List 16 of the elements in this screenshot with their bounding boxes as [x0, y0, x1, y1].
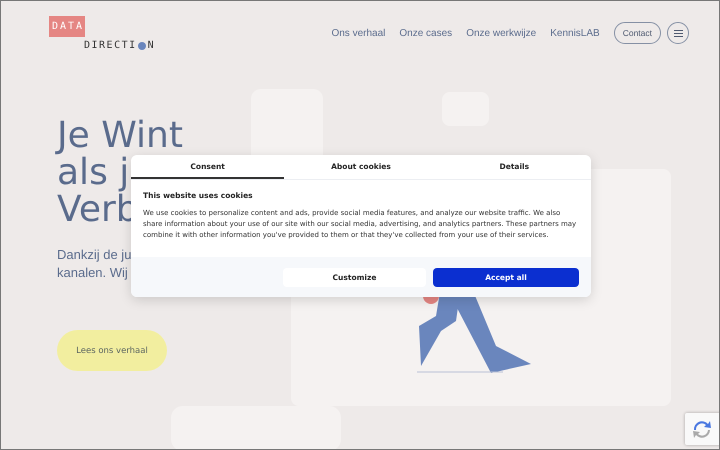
- read-story-button[interactable]: Lees ons verhaal: [57, 330, 167, 371]
- logo-wordmark: DIRECTI: [84, 40, 137, 51]
- nav-link[interactable]: Ons verhaal: [331, 28, 386, 38]
- hero-intro: Dankzij de ju: [57, 247, 132, 262]
- dot-icon: [138, 42, 146, 50]
- hero-heading: Je Wint: [57, 115, 183, 156]
- menu-button[interactable]: [667, 22, 689, 44]
- contact-button[interactable]: Contact: [614, 22, 661, 44]
- menu-icon: [674, 30, 682, 36]
- nav-link[interactable]: KennisLAB: [550, 28, 600, 38]
- nav-link[interactable]: Onze cases: [399, 28, 452, 38]
- captcha-badge[interactable]: [685, 413, 719, 445]
- hero-intro: kanalen. Wij: [57, 265, 128, 280]
- logo-wordmark: DATA: [49, 16, 85, 37]
- logo-wordmark: N: [148, 40, 156, 51]
- nav-link[interactable]: Onze werkwijze: [466, 28, 536, 38]
